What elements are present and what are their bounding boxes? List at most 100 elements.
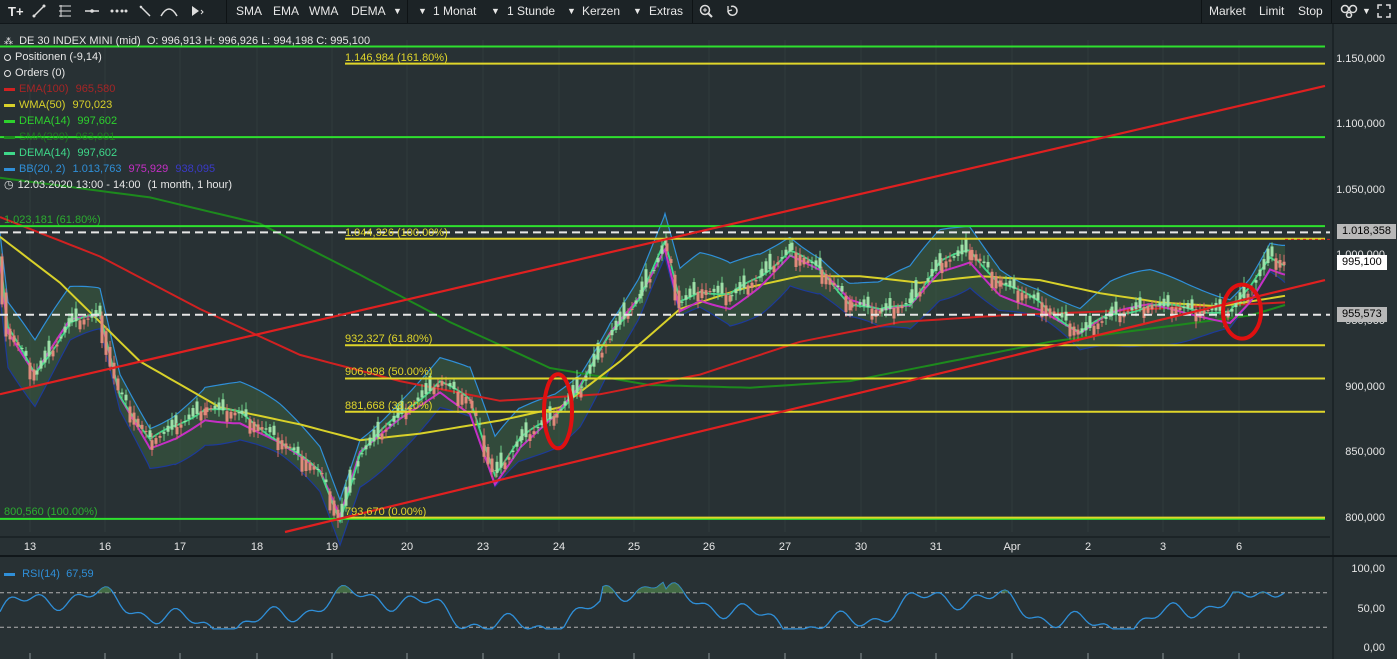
candle-body bbox=[640, 281, 644, 296]
candle-body bbox=[440, 381, 444, 386]
candle-body bbox=[452, 381, 456, 389]
candle-body bbox=[850, 302, 854, 308]
candle-body bbox=[209, 408, 213, 410]
candle-body bbox=[1012, 278, 1016, 289]
legend-item[interactable]: WMA(50) 970,023 bbox=[4, 97, 112, 113]
indicator-dropdown-icon[interactable]: ▼ bbox=[393, 0, 402, 23]
market-order-button[interactable]: Market bbox=[1209, 0, 1246, 23]
rsi-label: RSI(14) bbox=[22, 568, 60, 580]
candle-body bbox=[798, 255, 802, 266]
candle-body bbox=[926, 278, 930, 282]
candle-body bbox=[296, 446, 300, 454]
candle-body bbox=[482, 435, 486, 457]
dema-button[interactable]: DEMA bbox=[351, 0, 386, 23]
settings-dropdown-icon[interactable]: ▼ bbox=[1362, 0, 1371, 23]
price-chart[interactable] bbox=[0, 24, 1397, 659]
candle-body bbox=[470, 400, 474, 409]
candle-body bbox=[324, 479, 328, 483]
candle-body bbox=[288, 446, 292, 449]
candle-body bbox=[108, 347, 112, 367]
ema-button[interactable]: EMA bbox=[273, 0, 299, 23]
candle-body bbox=[276, 437, 280, 450]
candle-body bbox=[344, 486, 348, 506]
arrow-tool-icon[interactable] bbox=[188, 0, 204, 23]
limit-order-button[interactable]: Limit bbox=[1259, 0, 1284, 23]
rsi-legend: RSI(14) 67,59 bbox=[4, 566, 94, 582]
legend-value: 970,023 bbox=[69, 99, 113, 111]
legend-item[interactable]: BB(20, 2) 1.013,763 975,929 938,095 bbox=[4, 161, 215, 177]
legend-item[interactable]: Positionen (-9,14) bbox=[4, 49, 102, 65]
line-tool-icon[interactable] bbox=[32, 0, 46, 23]
candle-body bbox=[1024, 294, 1028, 299]
legend-label: Positionen (-9,14) bbox=[15, 51, 102, 63]
legend-item[interactable]: DEMA(14) 997,602 bbox=[4, 145, 117, 161]
candle-body bbox=[47, 340, 51, 357]
undo-icon[interactable] bbox=[725, 0, 739, 23]
legend-item[interactable]: Orders (0) bbox=[4, 65, 65, 81]
candle-body bbox=[424, 383, 428, 395]
interval-dropdown-icon[interactable]: ▼ bbox=[491, 0, 500, 23]
fib-level-label: 800,560 (100.00%) bbox=[4, 506, 98, 519]
candle-body bbox=[116, 378, 120, 391]
pen-icon[interactable] bbox=[138, 0, 152, 23]
candle-body bbox=[221, 399, 225, 411]
candle-body bbox=[82, 319, 86, 325]
rsi-overbought-fill bbox=[1233, 592, 1239, 593]
period-dropdown-icon[interactable]: ▼ bbox=[418, 0, 427, 23]
candle-body bbox=[1032, 294, 1036, 299]
candle-body bbox=[610, 329, 614, 336]
extras-menu[interactable]: Extras bbox=[649, 0, 683, 23]
price-tick-label: 1.100,000 bbox=[1336, 118, 1385, 131]
candle-body bbox=[673, 274, 677, 301]
legend-item[interactable]: EMA(100) 965,580 bbox=[4, 81, 115, 97]
sma-button[interactable]: SMA bbox=[236, 0, 262, 23]
fibonacci-tool-icon[interactable] bbox=[58, 0, 72, 23]
candle-body bbox=[20, 347, 24, 350]
candle-body bbox=[1254, 280, 1258, 283]
zoom-icon[interactable] bbox=[699, 0, 713, 23]
candle-body bbox=[240, 410, 244, 414]
extras-dropdown-icon[interactable]: ▼ bbox=[633, 0, 642, 23]
charttype-dropdown-icon[interactable]: ▼ bbox=[567, 0, 576, 23]
dotted-line-icon[interactable] bbox=[110, 0, 128, 23]
rsi-value: 67,59 bbox=[66, 568, 94, 580]
candle-body bbox=[352, 478, 356, 480]
candle-body bbox=[1134, 302, 1138, 310]
settings-icon[interactable] bbox=[1340, 0, 1358, 23]
curve-tool-icon[interactable] bbox=[160, 0, 178, 23]
candle-body bbox=[304, 459, 308, 471]
time-tick-label: 6 bbox=[1235, 541, 1243, 553]
candle-body bbox=[1126, 311, 1130, 313]
text-tool-button[interactable]: T+ bbox=[8, 0, 24, 23]
stop-order-button[interactable]: Stop bbox=[1298, 0, 1323, 23]
wma-button[interactable]: WMA bbox=[309, 0, 338, 23]
candle-body bbox=[1080, 328, 1084, 333]
candle-body bbox=[380, 433, 384, 440]
legend-line-icon bbox=[4, 103, 15, 107]
candle-body bbox=[692, 282, 696, 295]
legend-item[interactable]: ◷ 12.03.2020 13:00 - 14:00 (1 month, 1 ho… bbox=[4, 177, 232, 193]
legend-line-icon bbox=[4, 151, 15, 155]
legend-item[interactable]: SMA(200) 963,001 bbox=[4, 129, 115, 145]
legend-item[interactable]: DEMA(14) 997,602 bbox=[4, 113, 117, 129]
candle-body bbox=[78, 320, 82, 330]
candle-body bbox=[1166, 295, 1170, 307]
charttype-select[interactable]: Kerzen bbox=[582, 0, 620, 23]
candle-body bbox=[162, 431, 166, 434]
candle-body bbox=[688, 288, 692, 298]
legend-value: 963,001 bbox=[72, 131, 116, 143]
legend-value: 965,580 bbox=[72, 83, 116, 95]
interval-select[interactable]: 1 Stunde bbox=[507, 0, 555, 23]
legend-label: SMA(200) bbox=[19, 131, 69, 143]
candle-body bbox=[742, 275, 746, 288]
candle-body bbox=[1162, 298, 1166, 307]
rsi-line-icon bbox=[4, 572, 15, 576]
horizontal-line-icon[interactable] bbox=[84, 0, 100, 23]
candle-body bbox=[308, 463, 312, 471]
period-select[interactable]: 1 Monat bbox=[433, 0, 476, 23]
legend-label: DEMA(14) bbox=[19, 147, 71, 159]
candle-body bbox=[316, 469, 320, 471]
candle-body bbox=[175, 427, 179, 435]
candle-body bbox=[213, 405, 217, 409]
fullscreen-icon[interactable] bbox=[1377, 0, 1391, 23]
